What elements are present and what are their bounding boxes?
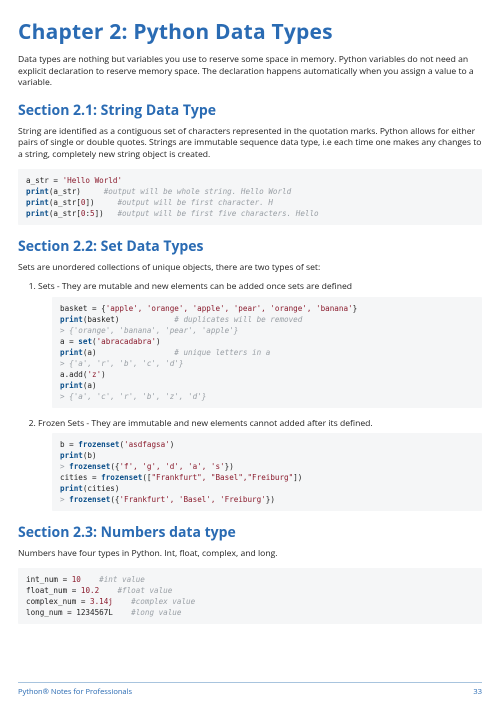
section-2-2-body: Sets are unordered collections of unique…	[18, 262, 482, 274]
code-block-frozenset: b = frozenset('asdfagsa') print(b) > fro…	[52, 433, 482, 511]
footer-left: Python® Notes for Professionals	[18, 687, 132, 697]
intro-paragraph: Data types are nothing but variables you…	[18, 54, 482, 89]
set-types-list: Sets - They are mutable and new elements…	[18, 281, 482, 511]
section-2-3-body: Numbers have four types in Python. Int, …	[18, 548, 482, 560]
list-item: Sets - They are mutable and new elements…	[38, 281, 482, 408]
chapter-title: Chapter 2: Python Data Types	[18, 18, 482, 46]
section-2-2-title: Section 2.2: Set Data Types	[18, 237, 482, 256]
code-block-numbers: int_num = 10 #int value float_num = 10.2…	[18, 568, 482, 624]
footer-page-number: 33	[473, 687, 482, 697]
page-footer: Python® Notes for Professionals 33	[18, 682, 482, 697]
code-block-string: a_str = 'Hello World' print(a_str) #outp…	[18, 169, 482, 225]
list-item: Frozen Sets - They are immutable and new…	[38, 418, 482, 512]
code-block-set: basket = {'apple', 'orange', 'apple', 'p…	[52, 297, 482, 408]
section-2-3-title: Section 2.3: Numbers data type	[18, 523, 482, 542]
section-2-1-title: Section 2.1: String Data Type	[18, 101, 482, 120]
section-2-1-body: String are identified as a contiguous se…	[18, 126, 482, 161]
